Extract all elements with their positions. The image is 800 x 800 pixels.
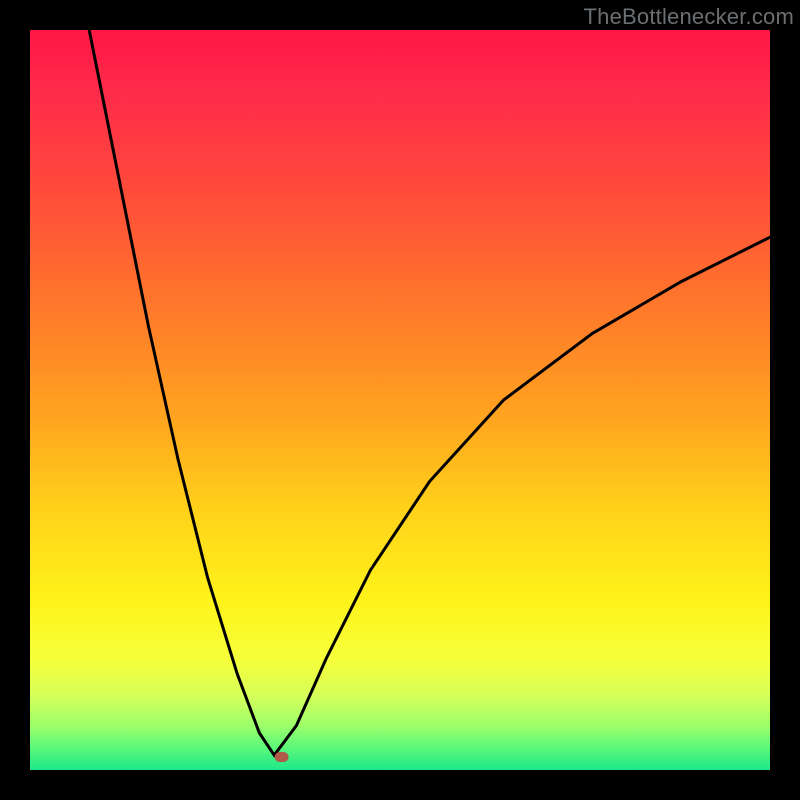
chart-frame: TheBottlenecker.com: [0, 0, 800, 800]
notch-marker: [275, 752, 289, 762]
bottleneck-curve: [30, 30, 770, 770]
plot-area: [30, 30, 770, 770]
curve-path: [89, 30, 770, 755]
watermark-text: TheBottlenecker.com: [584, 4, 794, 30]
